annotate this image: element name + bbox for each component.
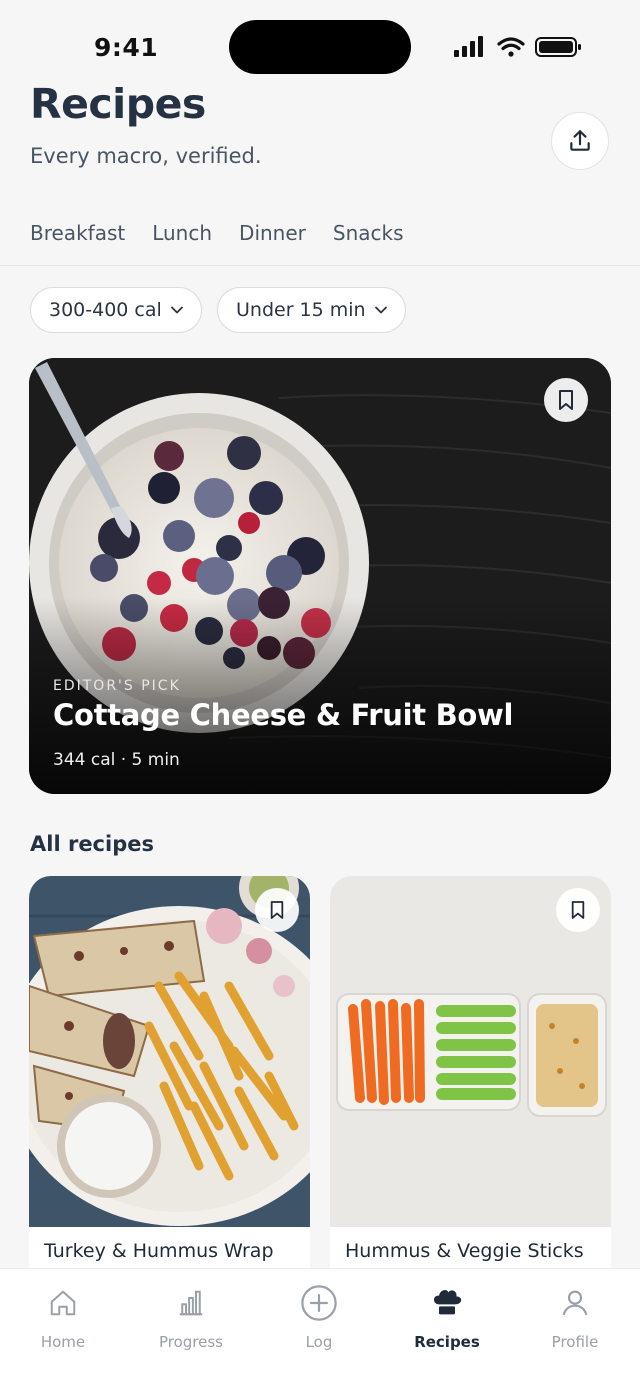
tabbar-label: Recipes [414, 1333, 480, 1351]
recipe-bookmark-button[interactable] [255, 888, 299, 932]
recipe-title: Hummus & Veggie Sticks [345, 1240, 584, 1262]
status-bar: 9:41 [0, 0, 640, 92]
recipe-title: Turkey & Hummus Wrap [44, 1240, 274, 1262]
page-subtitle: Every macro, verified. [30, 144, 262, 168]
bottom-tab-bar: Home Progress Log Recipes Profile [0, 1268, 640, 1392]
featured-meta: 344 cal · 5 min [53, 750, 180, 770]
category-tabs: Breakfast Lunch Dinner Snacks [30, 221, 431, 245]
home-icon [50, 1290, 76, 1316]
filter-time[interactable]: Under 15 min [217, 287, 406, 333]
battery-icon [535, 37, 581, 57]
dynamic-island [229, 20, 411, 74]
tab-breakfast[interactable]: Breakfast [30, 221, 125, 245]
tabbar-label: Profile [551, 1333, 599, 1351]
plus-circle-icon [301, 1285, 337, 1321]
share-icon [570, 130, 590, 151]
status-icons [454, 36, 581, 57]
featured-title: Cottage Cheese & Fruit Bowl [53, 698, 514, 732]
featured-bookmark-button[interactable] [544, 378, 588, 422]
bookmark-icon [559, 390, 573, 410]
tabbar-label: Home [40, 1333, 86, 1351]
page-title: Recipes [30, 80, 206, 128]
tabbar-label: Progress [158, 1333, 223, 1351]
tab-snacks[interactable]: Snacks [333, 221, 404, 245]
tab-lunch[interactable]: Lunch [152, 221, 212, 245]
tabbar-item-profile[interactable]: Profile [520, 1285, 630, 1351]
filter-time-label: Under 15 min [236, 299, 366, 321]
share-button[interactable] [551, 112, 609, 170]
tabbar-item-recipes[interactable]: Recipes [392, 1285, 502, 1351]
recipe-bookmark-button[interactable] [556, 888, 600, 932]
tabbar-item-log[interactable]: Log [264, 1285, 374, 1351]
featured-recipe-card[interactable]: EDITOR'S PICK Cottage Cheese & Fruit Bow… [29, 358, 611, 794]
recipe-card[interactable]: Hummus & Veggie Sticks [330, 876, 611, 1271]
section-title-all-recipes: All recipes [30, 832, 154, 856]
chevron-down-icon [374, 306, 387, 314]
chart-icon [179, 1290, 203, 1316]
status-time: 9:41 [94, 33, 159, 62]
filter-calories-label: 300-400 cal [49, 299, 162, 321]
tabbar-item-progress[interactable]: Progress [136, 1285, 246, 1351]
bookmark-icon [270, 901, 284, 919]
chevron-down-icon [170, 306, 183, 314]
filter-calories[interactable]: 300-400 cal [30, 287, 202, 333]
user-icon [562, 1290, 588, 1316]
header-divider [0, 265, 640, 266]
tabbar-label: Log [305, 1333, 333, 1351]
bookmark-icon [571, 901, 585, 919]
wifi-icon [497, 37, 525, 51]
tab-dinner[interactable]: Dinner [239, 221, 306, 245]
tabbar-item-home[interactable]: Home [8, 1285, 118, 1351]
chef-hat-icon [434, 1290, 462, 1315]
featured-kicker: EDITOR'S PICK [53, 678, 181, 694]
signal-icon [454, 36, 483, 57]
recipe-card[interactable]: Turkey & Hummus Wrap [29, 876, 310, 1271]
